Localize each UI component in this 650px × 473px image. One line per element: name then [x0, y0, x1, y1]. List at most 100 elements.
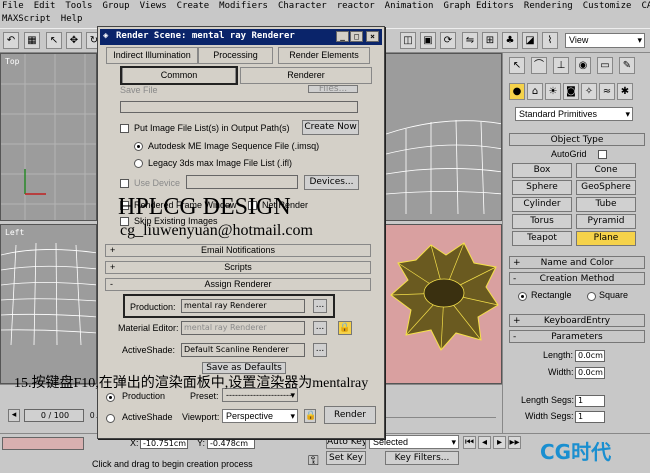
select-object-icon[interactable]: ↖ [46, 32, 62, 49]
create-plane-button[interactable]: Plane [576, 231, 636, 246]
helpers-icon[interactable]: ✧ [581, 83, 597, 100]
tab-renderer[interactable]: Renderer [240, 67, 372, 84]
parameters-rollout[interactable]: - Parameters [509, 330, 645, 343]
create-tab-icon[interactable]: ↖ [509, 57, 525, 74]
menu-item-character[interactable]: Character [278, 1, 327, 11]
menu-item-cat[interactable]: CAT [641, 1, 650, 11]
rectangle-radio[interactable] [518, 292, 527, 301]
activeshade-renderer-field[interactable]: Default Scanline Renderer [181, 343, 305, 357]
prev-frame-icon[interactable]: ◂ [8, 409, 20, 422]
lock-viewport-icon[interactable]: 🔒 [304, 409, 316, 423]
reference-coord-select[interactable]: View ▾ [565, 33, 645, 48]
material-editor-browse-button[interactable]: ... [313, 321, 327, 335]
production-browse-button[interactable]: ... [313, 299, 327, 313]
viewport-front[interactable] [385, 53, 502, 221]
menu-item-graph-editors[interactable]: Graph Editors [443, 1, 513, 11]
width-segs-spinner[interactable]: 1 [575, 411, 605, 423]
square-radio[interactable] [587, 292, 596, 301]
maximize-icon[interactable]: □ [350, 31, 363, 42]
render-button[interactable]: Render [324, 406, 376, 424]
scale-icon[interactable]: ◫ [400, 32, 416, 49]
use-device-checkbox[interactable] [120, 179, 129, 188]
production-radio[interactable] [106, 393, 115, 402]
display-tab-icon[interactable]: ▭ [597, 57, 613, 74]
tab-indirect-illumination[interactable]: Indirect Illumination [106, 47, 198, 64]
create-tube-button[interactable]: Tube [576, 197, 636, 212]
play-icon[interactable]: ▸ [493, 436, 506, 449]
menu-item-group[interactable]: Group [102, 1, 129, 11]
maxscript-listener[interactable] [2, 437, 84, 450]
activeshade-browse-button[interactable]: ... [313, 343, 327, 357]
create-now-button[interactable]: Create Now [302, 120, 359, 135]
output-path-field[interactable] [120, 101, 358, 113]
create-sphere-button[interactable]: Sphere [512, 180, 572, 195]
create-teapot-button[interactable]: Teapot [512, 231, 572, 246]
name-color-rollout[interactable]: + Name and Color [509, 256, 645, 269]
uniform-scale-icon[interactable]: ▣ [420, 32, 436, 49]
menu-item-animation[interactable]: Animation [385, 1, 434, 11]
cameras-icon[interactable]: ◙ [563, 83, 579, 100]
viewport-select[interactable]: Perspective ▾ [222, 409, 298, 423]
menu-item-modifiers[interactable]: Modifiers [219, 1, 268, 11]
viewport-top[interactable]: Top [0, 53, 97, 221]
layer-icon[interactable]: ◪ [522, 32, 538, 49]
width-spinner[interactable]: 0.0cm [575, 367, 605, 379]
geometry-icon[interactable]: ● [509, 83, 525, 100]
production-renderer-field[interactable]: mental ray Renderer [181, 299, 305, 313]
prev-key-icon[interactable]: ◂ [478, 436, 491, 449]
menu-item-rendering[interactable]: Rendering [524, 1, 573, 11]
menu-item-views[interactable]: Views [140, 1, 167, 11]
create-box-button[interactable]: Box [512, 163, 572, 178]
menu-item-maxscript[interactable]: MAXScript [2, 14, 51, 24]
length-segs-spinner[interactable]: 1 [575, 395, 605, 407]
length-spinner[interactable]: 0.0cm [575, 350, 605, 362]
autodesk-me-radio[interactable] [134, 142, 143, 151]
lights-icon[interactable]: ☀ [545, 83, 561, 100]
menu-item-tools[interactable]: Tools [65, 1, 92, 11]
creation-method-rollout[interactable]: - Creation Method [509, 272, 645, 285]
next-key-icon[interactable]: ▸▸ [508, 436, 521, 449]
device-field[interactable] [186, 175, 298, 189]
menu-item-edit[interactable]: Edit [34, 1, 56, 11]
key-icon[interactable]: ⚿ [308, 452, 319, 469]
shapes-icon[interactable]: ⌂ [527, 83, 543, 100]
mirror-icon[interactable]: ⇋ [462, 32, 478, 49]
menu-item-file[interactable]: File [2, 1, 24, 11]
move-icon[interactable]: ✥ [66, 32, 82, 49]
menu-item-customize[interactable]: Customize [583, 1, 632, 11]
motion-tab-icon[interactable]: ◉ [575, 57, 591, 74]
menu-item-reactor[interactable]: reactor [337, 1, 375, 11]
align-icon[interactable]: ⊞ [482, 32, 498, 49]
devices-button[interactable]: Devices... [304, 175, 359, 190]
goto-start-icon[interactable]: ⏮ [463, 436, 476, 449]
scripts-rollout[interactable]: + Scripts [105, 261, 371, 274]
keyboard-entry-rollout[interactable]: + KeyboardEntry [509, 314, 645, 327]
tab-processing[interactable]: Processing [198, 47, 273, 64]
minimize-icon[interactable]: _ [336, 31, 349, 42]
assign-renderer-rollout[interactable]: - Assign Renderer [105, 278, 371, 291]
time-slider[interactable]: 0 / 100 [24, 409, 84, 422]
set-key-button[interactable]: Set Key [326, 451, 366, 465]
utilities-tab-icon[interactable]: ✎ [619, 57, 635, 74]
tab-render-elements[interactable]: Render Elements [278, 47, 370, 64]
undo-icon[interactable]: ↶ [3, 32, 19, 49]
key-filters-button[interactable]: Key Filters... [385, 451, 459, 465]
reference-icon[interactable]: ♣ [502, 32, 518, 49]
curve-editor-icon[interactable]: ⌇ [542, 32, 558, 49]
viewport-left[interactable]: Left [0, 224, 97, 384]
spacewarps-icon[interactable]: ≈ [599, 83, 615, 100]
menu-item-create[interactable]: Create [177, 1, 210, 11]
create-cylinder-button[interactable]: Cylinder [512, 197, 572, 212]
activeshade-radio[interactable] [106, 414, 115, 423]
legacy-ifl-radio[interactable] [134, 159, 143, 168]
put-image-file-checkbox[interactable] [120, 124, 129, 133]
systems-icon[interactable]: ✱ [617, 83, 633, 100]
create-geosphere-button[interactable]: GeoSphere [576, 180, 636, 195]
autogrid-checkbox[interactable] [598, 150, 607, 159]
files-button[interactable]: Files... [308, 85, 358, 93]
close-icon[interactable]: × [366, 31, 379, 42]
menu-item-help[interactable]: Help [61, 14, 83, 24]
create-torus-button[interactable]: Torus [512, 214, 572, 229]
select-region-icon[interactable]: ▦ [24, 32, 40, 49]
lock-icon[interactable]: 🔒 [338, 321, 352, 335]
